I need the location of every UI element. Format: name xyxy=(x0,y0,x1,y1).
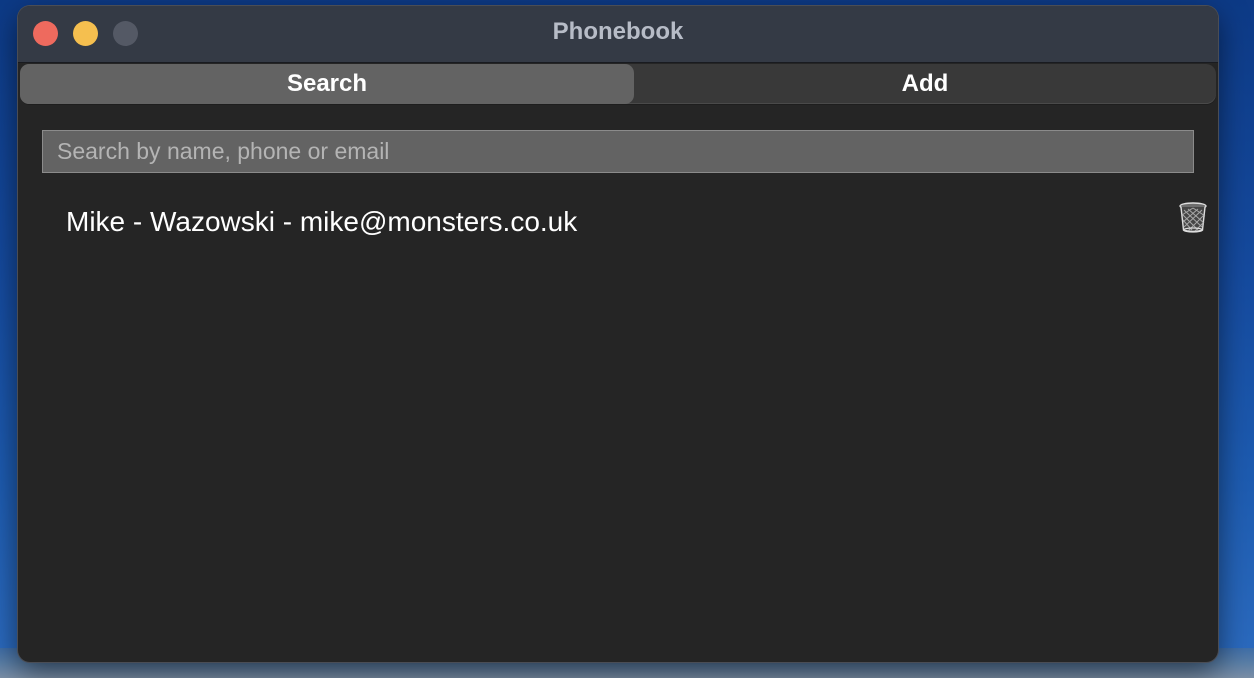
search-input[interactable] xyxy=(42,130,1194,173)
trash-icon[interactable] xyxy=(1178,201,1208,233)
phonebook-window: Phonebook Search Add Mike - Wazowski - m… xyxy=(18,6,1218,662)
tab-search[interactable]: Search xyxy=(20,64,634,104)
contact-list-item[interactable]: Mike - Wazowski - mike@monsters.co.uk xyxy=(42,198,1208,250)
tab-add[interactable]: Add xyxy=(634,64,1216,104)
tab-bar: Search Add xyxy=(20,64,1216,104)
title-bar: Phonebook xyxy=(18,6,1218,63)
window-title: Phonebook xyxy=(552,18,684,45)
contact-text: Mike - Wazowski - mike@monsters.co.uk xyxy=(66,206,578,237)
